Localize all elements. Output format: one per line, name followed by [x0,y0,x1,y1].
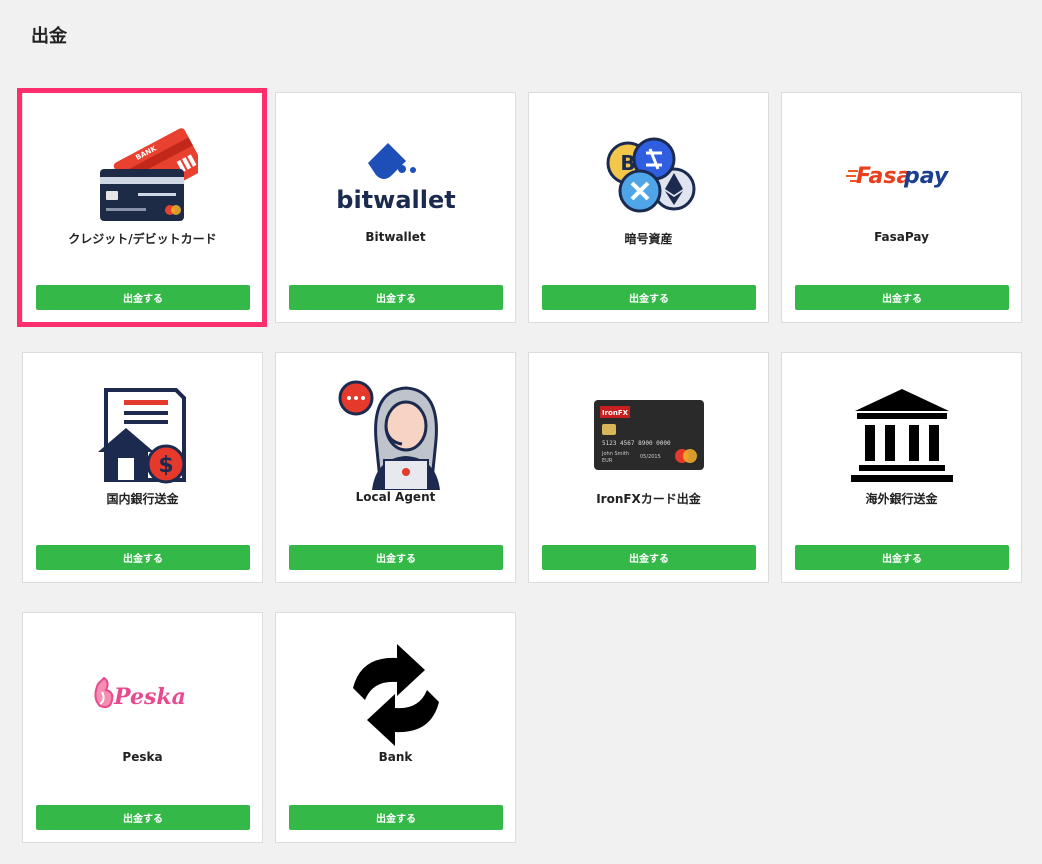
method-name: IronFXカード出金 [596,492,701,506]
method-card-crypto: B 暗号資産 出金する [528,92,769,323]
method-card-credit-card: BANK クレジット/デビットカード 出金する [22,92,263,323]
local-agent-icon [276,371,515,499]
withdraw-button-domestic-bank[interactable]: 出金する [36,545,250,570]
method-name: Local Agent [355,490,436,504]
method-name: Bank [378,750,413,764]
svg-text:5123 4567 8900 0000: 5123 4567 8900 0000 [602,440,671,447]
domestic-bank-icon: $ [23,371,262,499]
method-name: Bitwallet [365,230,426,244]
page-title: 出金 [31,26,67,47]
bitwallet-logo: bitwallet [276,111,515,239]
method-name: Peska [122,750,163,764]
withdraw-button-bitwallet[interactable]: 出金する [289,285,503,310]
refresh-arrows-icon [276,631,515,759]
withdraw-button-peska[interactable]: 出金する [36,805,250,830]
method-card-ironfx: IronFX 5123 4567 8900 0000 John Smith EU… [528,352,769,583]
svg-text:IronFX: IronFX [602,409,629,417]
method-card-local-agent: Local Agent 出金する [275,352,516,583]
withdraw-button-overseas-bank[interactable]: 出金する [795,545,1009,570]
withdraw-button-local-agent[interactable]: 出金する [289,545,503,570]
method-card-bank: Bank 出金する [275,612,516,843]
svg-text:bitwallet: bitwallet [336,186,455,214]
withdraw-button-bank[interactable]: 出金する [289,805,503,830]
credit-card-icon: BANK [23,111,262,239]
bank-building-icon [782,371,1021,499]
withdraw-button-crypto[interactable]: 出金する [542,285,756,310]
peska-logo: Peska [23,631,262,759]
fasapay-logo: Fasa pay [782,111,1021,239]
svg-text:$: $ [158,453,173,478]
method-card-overseas-bank: 海外銀行送金 出金する [781,352,1022,583]
withdraw-button-ironfx[interactable]: 出金する [542,545,756,570]
method-name: 国内銀行送金 [106,492,179,506]
svg-text:EUR: EUR [602,458,613,464]
ironfx-card-icon: IronFX 5123 4567 8900 0000 John Smith EU… [529,371,768,499]
method-name: 海外銀行送金 [865,492,938,506]
method-name: 暗号資産 [624,232,673,246]
svg-text:Peska: Peska [113,684,186,710]
method-card-fasapay: Fasa pay FasaPay 出金する [781,92,1022,323]
method-name: FasaPay [874,230,929,244]
crypto-coins-icon: B [529,111,768,239]
method-card-bitwallet: bitwallet Bitwallet 出金する [275,92,516,323]
withdraw-button-fasapay[interactable]: 出金する [795,285,1009,310]
method-card-domestic-bank: $ 国内銀行送金 出金する [22,352,263,583]
method-name: クレジット/デビットカード [68,232,217,246]
svg-text:pay: pay [903,164,950,189]
withdraw-button-credit-card[interactable]: 出金する [36,285,250,310]
svg-text:Fasa: Fasa [856,164,911,189]
svg-text:05/2015: 05/2015 [640,454,661,460]
svg-text:John Smith: John Smith [601,451,629,457]
method-card-peska: Peska Peska 出金する [22,612,263,843]
